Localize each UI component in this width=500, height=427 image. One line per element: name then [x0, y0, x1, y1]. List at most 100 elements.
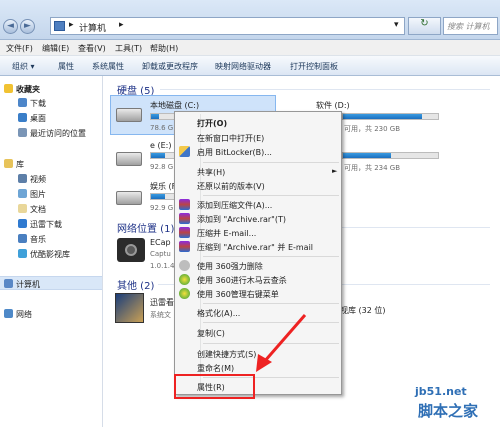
other-item-name[interactable]: 迅雷看	[150, 297, 174, 308]
download-folder-icon	[18, 98, 27, 107]
breadcrumb-arrow: ▸	[69, 20, 74, 30]
menu-item-restore-versions[interactable]: 还原以前的版本(V)	[197, 181, 265, 192]
nav-item-desktop[interactable]: 桌面	[18, 113, 46, 124]
nav-favorites[interactable]: 收藏夹	[4, 84, 40, 95]
drive-f-name: 娱乐 (F	[150, 182, 177, 191]
video-icon	[18, 174, 27, 183]
nav-item-youku[interactable]: 优酷影视库	[18, 249, 70, 260]
computer-icon	[4, 279, 13, 288]
menu-item-open-new-window[interactable]: 在新窗口中打开(E)	[197, 133, 264, 144]
search-input[interactable]: 搜索 计算机	[443, 17, 498, 35]
nav-label: 文档	[30, 205, 46, 214]
hard-drive-icon	[116, 152, 142, 166]
nav-label: 最近访问的位置	[30, 129, 86, 138]
nav-label: 桌面	[30, 114, 46, 123]
winrar-icon	[179, 213, 190, 224]
menu-item-bitlocker[interactable]: 启用 BitLocker(B)...	[197, 147, 272, 158]
shredder-icon	[179, 260, 190, 271]
computer-icon	[54, 21, 65, 31]
hard-drive-icon	[116, 191, 142, 205]
menu-edit[interactable]: 编辑(E)	[42, 43, 69, 54]
menu-item-compress-rar-email[interactable]: 压缩到 "Archive.rar" 并 E-mail	[197, 242, 313, 253]
properties-button[interactable]: 属性	[58, 61, 74, 72]
menu-item-create-shortcut[interactable]: 创建快捷方式(S)	[197, 349, 256, 360]
nav-computer[interactable]: 计算机	[4, 279, 40, 290]
breadcrumb-computer[interactable]: 计算机	[79, 21, 106, 34]
menu-item-share[interactable]: 共享(H)	[197, 167, 225, 178]
menu-item-360-scan[interactable]: 使用 360进行木马云查杀	[197, 275, 287, 286]
address-input[interactable]: ▸ 计算机 ▸ ▾	[50, 17, 405, 35]
address-dropdown[interactable]: ▾	[394, 20, 399, 30]
menu-separator	[203, 303, 339, 304]
refresh-button[interactable]: ↻	[408, 17, 441, 35]
watermark-site: jb51.net	[415, 385, 467, 398]
menu-help[interactable]: 帮助(H)	[150, 43, 178, 54]
network-item-name[interactable]: ECap	[150, 238, 171, 247]
drive-f-usage-bar	[150, 193, 175, 200]
nav-label: 视频	[30, 175, 46, 184]
nav-item-downloads[interactable]: 下载	[18, 98, 46, 109]
group-divider	[160, 89, 490, 90]
highlight-box	[174, 374, 255, 399]
hard-drive-icon	[116, 108, 142, 122]
desktop-icon	[18, 113, 27, 122]
menu-item-rename[interactable]: 重命名(M)	[197, 363, 234, 374]
nav-label: 图片	[30, 190, 46, 199]
nav-item-thunder-downloads[interactable]: 迅雷下载	[18, 219, 62, 230]
drive-usage-fill	[151, 194, 165, 199]
command-bar: 组织 ▾ 属性 系统属性 卸载或更改程序 映射网络驱动器 打开控制面板	[0, 56, 500, 76]
documents-icon	[18, 204, 27, 213]
group-other[interactable]: 其他 (2)	[117, 277, 154, 292]
group-network-locations[interactable]: 网络位置 (1)	[117, 220, 174, 235]
youku-icon	[18, 249, 27, 258]
menu-view[interactable]: 查看(V)	[78, 43, 106, 54]
nav-item-recent[interactable]: 最近访问的位置	[18, 128, 86, 139]
control-panel-button[interactable]: 打开控制面板	[290, 61, 338, 72]
drive-e-usage-bar	[150, 152, 175, 159]
winrar-icon	[179, 227, 190, 238]
star-icon	[4, 84, 13, 93]
drive-usage-fill	[151, 114, 159, 119]
drive-d-name[interactable]: 软件 (D:)	[316, 100, 350, 111]
nav-label: 库	[16, 160, 24, 169]
drive-usage-fill	[343, 114, 422, 119]
music-icon	[18, 234, 27, 243]
nav-label: 网络	[16, 310, 32, 319]
nav-item-documents[interactable]: 文档	[18, 204, 46, 215]
menu-item-open[interactable]: 打开(O)	[197, 118, 227, 129]
drive-f-free: 92.9 G	[150, 204, 174, 212]
drive-c-usage-bar	[150, 113, 175, 120]
menu-item-compress-email[interactable]: 压缩并 E-mail...	[197, 228, 256, 239]
menu-item-360-delete[interactable]: 使用 360强力删除	[197, 261, 263, 272]
map-drive-button[interactable]: 映射网络驱动器	[215, 61, 271, 72]
organize-button[interactable]: 组织 ▾	[12, 61, 35, 72]
breadcrumb-arrow: ▸	[119, 20, 124, 30]
menu-file[interactable]: 文件(F)	[6, 43, 33, 54]
nav-label: 收藏夹	[16, 85, 40, 94]
menu-separator	[203, 162, 339, 163]
library-icon	[4, 159, 13, 168]
menu-item-360-manage[interactable]: 使用 360管理右键菜单	[197, 289, 279, 300]
drive-c-free: 78.6 G	[150, 124, 174, 132]
thunder-player-icon	[115, 293, 144, 323]
nav-item-videos[interactable]: 视频	[18, 174, 46, 185]
menu-item-add-archive-rar[interactable]: 添加到 "Archive.rar"(T)	[197, 214, 286, 225]
drive-g-usage-bar	[342, 152, 439, 159]
nav-network[interactable]: 网络	[4, 309, 32, 320]
uninstall-button[interactable]: 卸载或更改程序	[142, 61, 198, 72]
drive-e-free: 92.8 G	[150, 163, 174, 171]
menu-item-add-archive[interactable]: 添加到压缩文件(A)...	[197, 200, 272, 211]
system-properties-button[interactable]: 系统属性	[92, 61, 124, 72]
drive-d-free: 可用，共 230 GB	[344, 125, 401, 133]
back-button[interactable]: ◄	[3, 19, 18, 34]
nav-item-music[interactable]: 音乐	[18, 234, 46, 245]
menu-item-copy[interactable]: 复制(C)	[197, 328, 225, 339]
nav-libraries[interactable]: 库	[4, 159, 24, 170]
nav-label: 音乐	[30, 235, 46, 244]
menu-tools[interactable]: 工具(T)	[115, 43, 142, 54]
menu-item-format[interactable]: 格式化(A)...	[197, 308, 240, 319]
nav-item-pictures[interactable]: 图片	[18, 189, 46, 200]
winrar-icon	[179, 241, 190, 252]
other-item-2-name[interactable]: 视库 (32 位)	[340, 305, 386, 316]
forward-button[interactable]: ►	[20, 19, 35, 34]
